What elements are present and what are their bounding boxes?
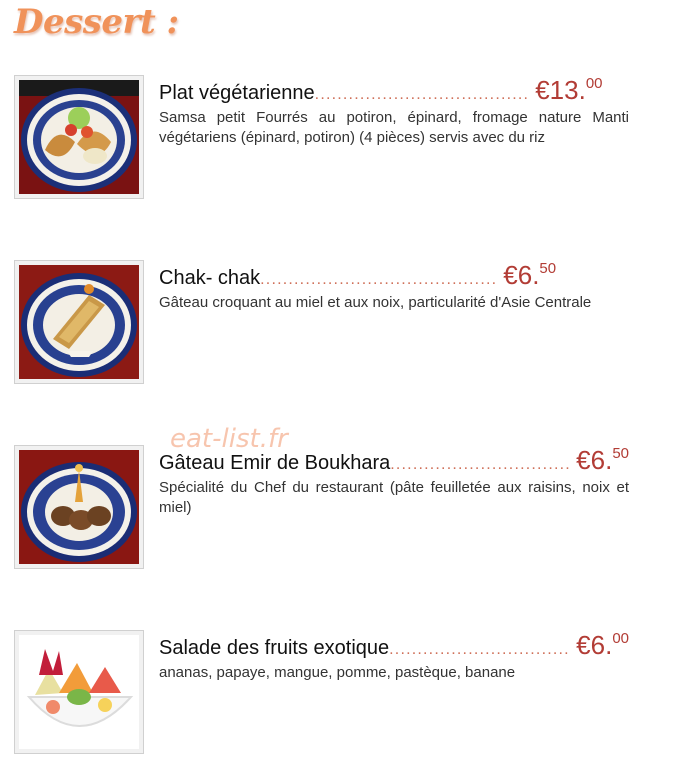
item-description: Gâteau croquant au miel et aux noix, par…: [159, 294, 592, 311]
vegetarian-plate-photo: [14, 75, 144, 199]
price-main: 6.: [517, 260, 540, 290]
price-cents: 00: [585, 75, 603, 92]
leader-dots: ......................................: [314, 86, 530, 103]
item-price: €6.50: [576, 445, 629, 476]
item-price: €6.50: [503, 260, 556, 291]
item-description: ananas, papaye, mangue, pomme, pastèque,…: [159, 664, 516, 681]
menu-item: Plat végétarienne ......................…: [14, 75, 644, 200]
item-price: €13.00: [535, 75, 602, 106]
watermark: eat-list.fr: [170, 424, 288, 454]
item-name: Plat végétarienne: [159, 82, 315, 104]
menu-item: Gâteau Emir de Boukhara ................…: [14, 445, 644, 570]
price-main: 6.: [590, 630, 613, 660]
section-title: Dessert :: [14, 2, 179, 42]
item-name: Salade des fruits exotique: [159, 637, 390, 659]
price-cents: 50: [539, 260, 557, 277]
emir-cake-photo: [14, 445, 144, 569]
price-cents: 50: [612, 445, 629, 462]
item-price: €6.00: [576, 630, 629, 661]
leader-dots: ........................................: [390, 456, 571, 473]
item-description: Samsa petit Fourrés au potiron, épinard,…: [159, 109, 629, 146]
price-currency: €: [576, 445, 591, 475]
chak-chak-photo: [14, 260, 144, 384]
item-name: Chak- chak: [159, 267, 261, 289]
price-currency: €: [503, 260, 518, 290]
menu-item: Chak- chak .............................…: [14, 260, 644, 385]
price-currency: €: [535, 75, 550, 105]
leader-dots: ........................................: [389, 641, 570, 658]
price-currency: €: [576, 630, 591, 660]
price-cents: 00: [612, 630, 629, 647]
leader-dots: ........................................…: [260, 271, 498, 288]
item-description: Spécialité du Chef du restaurant (pâte f…: [159, 479, 629, 516]
item-name: Gâteau Emir de Boukhara: [159, 452, 391, 474]
price-main: 13.: [549, 75, 586, 105]
price-main: 6.: [590, 445, 613, 475]
fruit-salad-photo: [14, 630, 144, 754]
menu-item: Salade des fruits exotique .............…: [14, 630, 644, 755]
